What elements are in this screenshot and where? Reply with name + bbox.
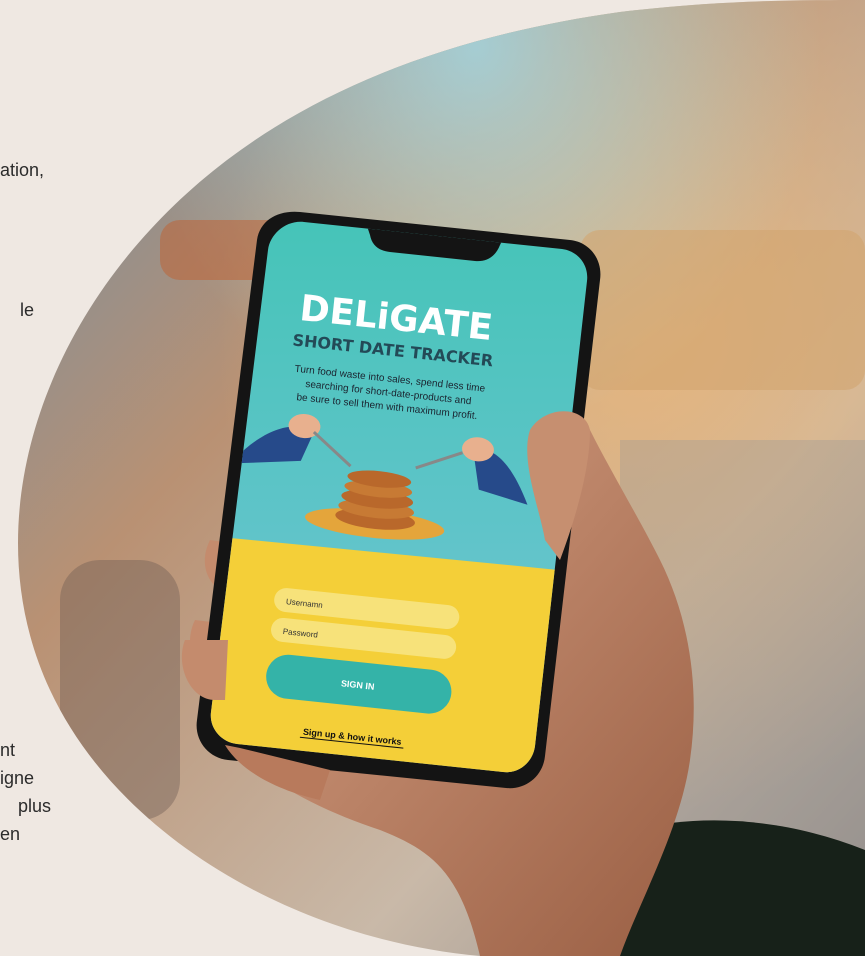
hero-photo: DELiGATE SHORT DATE TRACKER Turn food wa…: [18, 0, 865, 956]
photo-blob: DELiGATE SHORT DATE TRACKER Turn food wa…: [18, 0, 865, 956]
